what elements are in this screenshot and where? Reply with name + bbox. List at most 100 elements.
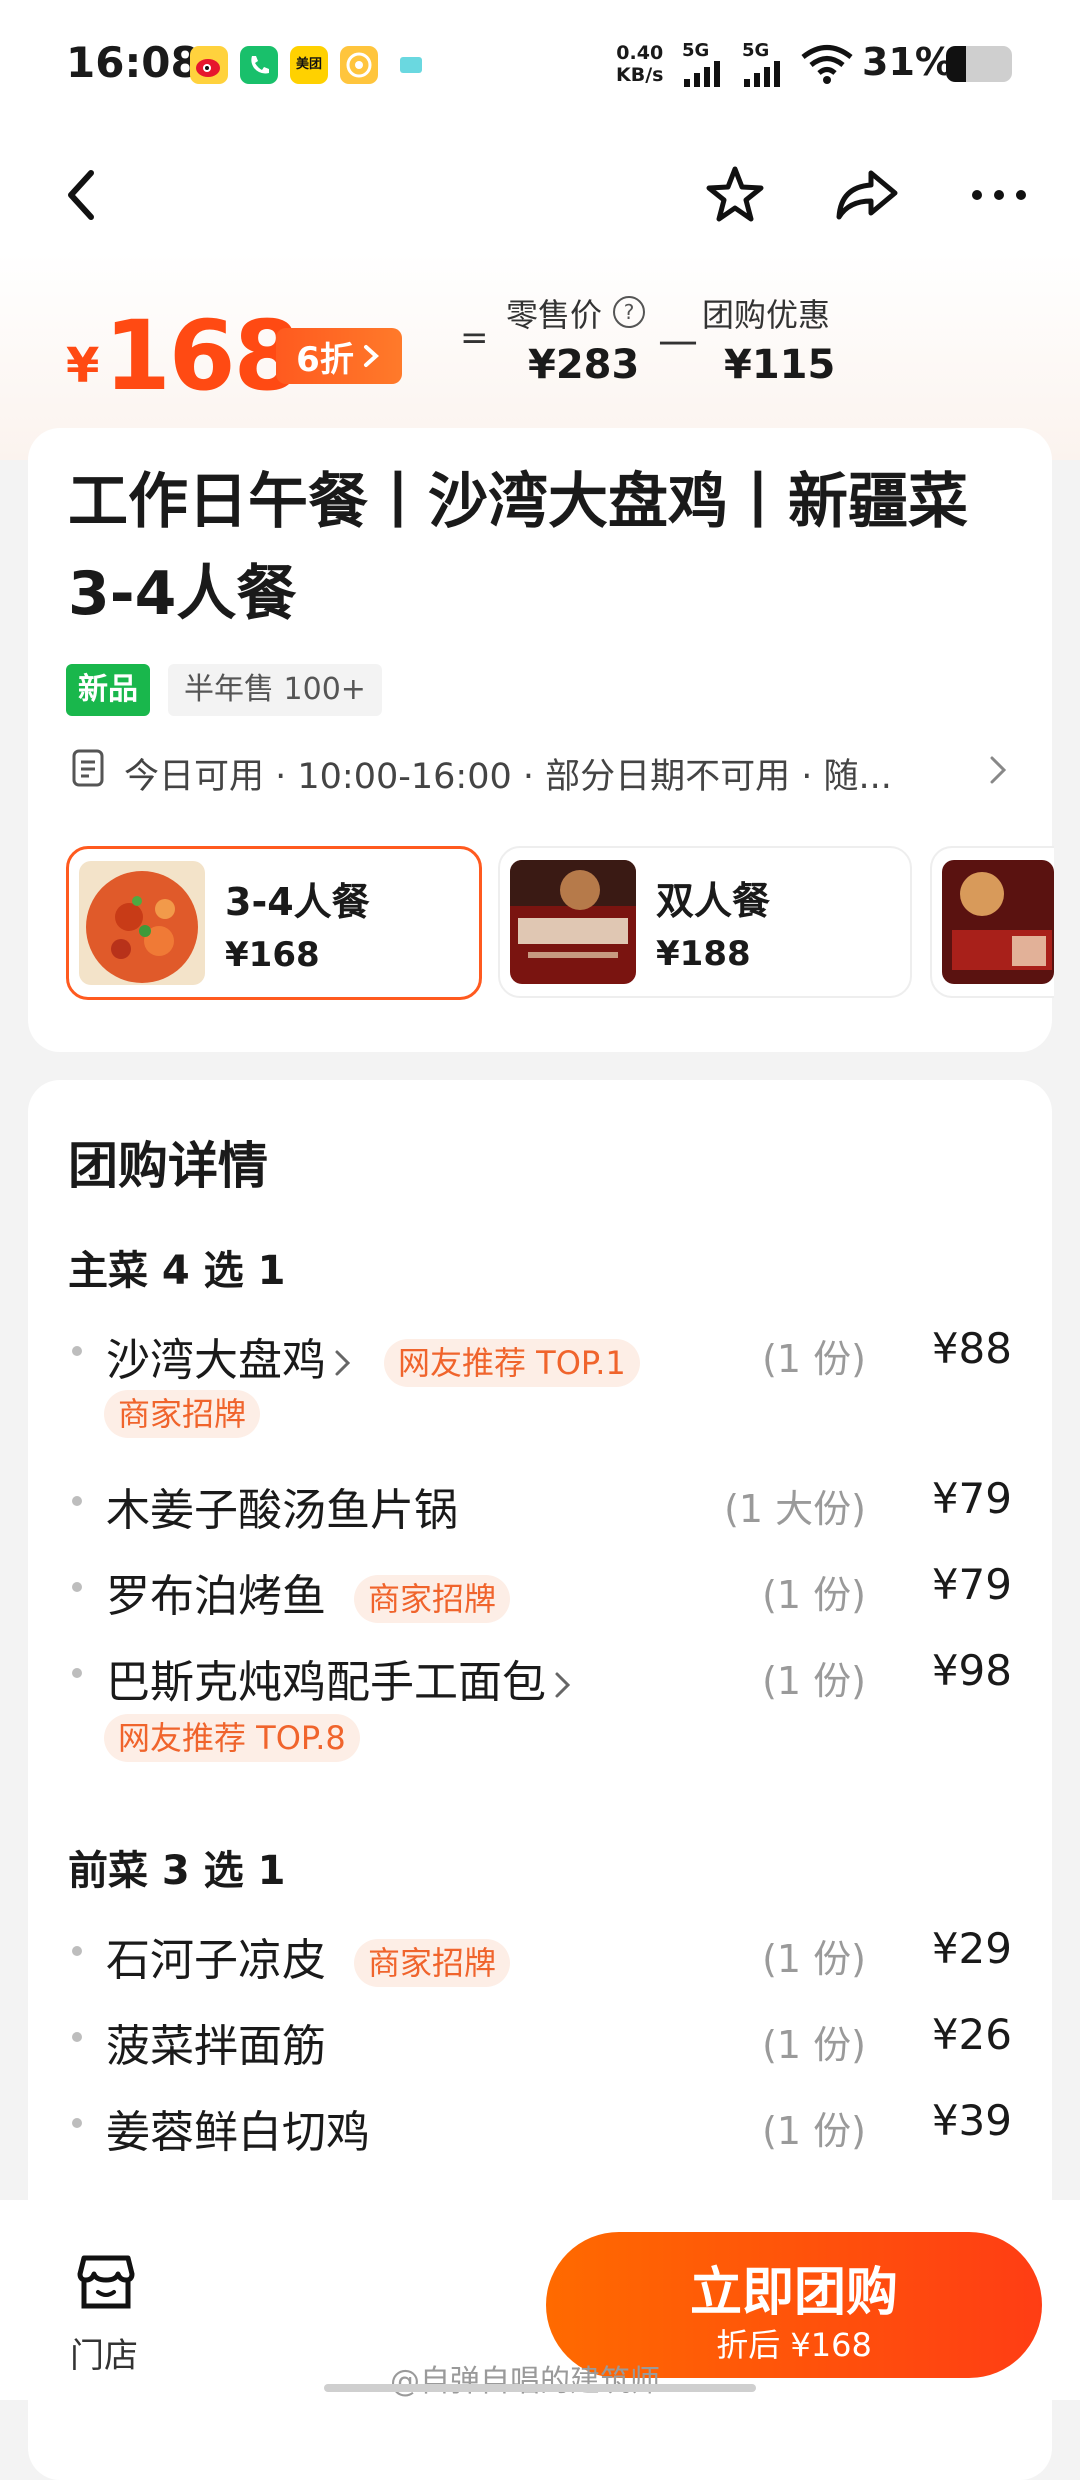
net-speed: 0.40 KB/s <box>616 42 664 86</box>
dish-name: 姜蓉鲜白切鸡 <box>106 2107 370 2158</box>
dish-quantity: (1 份) <box>762 1937 866 1981</box>
list-item[interactable]: 石河子凉皮 商家招牌 (1 份) ¥29 <box>28 1918 1052 1988</box>
list-item[interactable]: 沙湾大盘鸡 网友推荐 TOP.1 (1 份) ¥88 <box>28 1318 1052 1388</box>
home-indicator[interactable] <box>324 2384 756 2392</box>
bullet-dot <box>72 1668 82 1678</box>
store-label[interactable]: 门店 <box>70 2328 138 2377</box>
chevron-right-icon <box>555 1672 571 1698</box>
new-badge: 新品 <box>66 664 150 716</box>
meituan-icon: 美团 <box>290 46 328 84</box>
bullet-dot <box>72 1582 82 1592</box>
status-time: 16:08 <box>66 38 200 87</box>
discount-label: 6折 <box>296 339 354 380</box>
option-card-3-4[interactable]: 3-4人餐 ¥168 <box>66 846 482 1000</box>
dish-name-text: 沙湾大盘鸡 <box>106 1335 326 1386</box>
battery-fill <box>946 46 967 82</box>
signal-label-1: 5G <box>682 40 710 61</box>
dish-quantity: (1 份) <box>762 1337 866 1381</box>
list-item[interactable]: 罗布泊烤鱼 商家招牌 (1 份) ¥79 <box>28 1554 1052 1624</box>
dish-name: 沙湾大盘鸡 网友推荐 TOP.1 <box>106 1324 640 1388</box>
chevron-right-icon <box>335 1350 351 1376</box>
group-title-main: 主菜 4 选 1 <box>68 1248 286 1294</box>
phone-app-icon <box>240 46 278 84</box>
back-icon <box>68 170 94 220</box>
back-button[interactable] <box>46 160 116 230</box>
dish-name-text: 罗布泊烤鱼 <box>106 1571 326 1622</box>
retail-price-label: 零售价 <box>506 296 603 334</box>
signature-tag: 商家招牌 <box>354 1575 511 1623</box>
dish-price: ¥88 <box>931 1324 1012 1373</box>
bullet-dot <box>72 1946 82 1956</box>
dish-price: ¥79 <box>931 1560 1012 1609</box>
more-button[interactable] <box>964 160 1034 230</box>
dish-quantity: (1 份) <box>762 2023 866 2067</box>
banner-thumbnail <box>942 860 1054 984</box>
dish-price: ¥26 <box>931 2010 1012 2059</box>
deal-summary-card: 工作日午餐丨沙湾大盘鸡丨新疆菜3-4人餐 新品 半年售 100+ 今日可用 · … <box>28 428 1054 1052</box>
calendar-note-icon <box>70 748 106 792</box>
store-icon <box>77 2255 135 2309</box>
recommend-tag: 网友推荐 TOP.8 <box>104 1714 360 1762</box>
dish-name-text: 巴斯克炖鸡配手工面包 <box>106 1657 546 1708</box>
dish-name: 木姜子酸汤鱼片锅 <box>106 1485 458 1536</box>
retail-price-value: ¥283 <box>528 342 640 388</box>
equals-sign: = <box>460 318 489 358</box>
group-title-starter: 前菜 3 选 1 <box>68 1848 286 1894</box>
dish-price: ¥98 <box>931 1646 1012 1695</box>
signature-tag: 商家招牌 <box>354 1939 511 1987</box>
more-icon <box>972 190 1026 200</box>
discount-badge[interactable]: 6折 <box>276 328 402 384</box>
buy-label: 立即团购 <box>689 2263 898 2323</box>
list-item[interactable]: 木姜子酸汤鱼片锅 (1 大份) ¥79 <box>28 1468 1052 1538</box>
availability-info[interactable]: 今日可用 · 10:00-16:00 · 部分日期不可用 · 随... <box>124 748 964 799</box>
section-title: 团购详情 <box>68 1137 268 1195</box>
chevron-right-icon[interactable] <box>986 752 1010 792</box>
weibo-icon <box>190 46 228 84</box>
share-button[interactable] <box>832 160 902 230</box>
dish-quantity: (1 大份) <box>724 1487 866 1531</box>
coin-app-icon <box>340 46 378 84</box>
bullet-dot <box>72 2032 82 2042</box>
store-button[interactable] <box>74 2250 138 2318</box>
signal-label-2: 5G <box>742 40 770 61</box>
dish-name: 罗布泊烤鱼 商家招牌 <box>106 1560 511 1624</box>
message-app-icon <box>392 46 430 84</box>
favorite-star-icon <box>706 166 764 222</box>
dish-name: 菠菜拌面筋 <box>106 2021 326 2072</box>
dish-quantity: (1 份) <box>762 1659 866 1703</box>
option-card-double[interactable]: 双人餐 ¥188 <box>498 846 912 998</box>
signal-icon: 5G <box>682 40 728 91</box>
price-currency: ¥ <box>66 338 100 394</box>
recommend-tag: 网友推荐 TOP.1 <box>384 1339 640 1387</box>
current-price: 168 <box>104 300 300 412</box>
status-bar: 16:08 美团 0.40 KB/s 5G 5G 31% <box>0 0 1080 130</box>
dish-price: ¥39 <box>931 2096 1012 2145</box>
option-card-more[interactable] <box>930 846 1054 998</box>
group-discount-value: ¥115 <box>724 342 836 388</box>
bullet-dot <box>72 2118 82 2128</box>
banner-thumbnail <box>510 860 636 984</box>
list-item[interactable]: 巴斯克炖鸡配手工面包 (1 份) ¥98 <box>28 1640 1052 1710</box>
dish-name: 石河子凉皮 商家招牌 <box>106 1924 511 1988</box>
option-price: ¥168 <box>225 935 320 975</box>
dish-thumbnail <box>79 861 205 985</box>
dish-price: ¥29 <box>931 1924 1012 1973</box>
deal-title: 工作日午餐丨沙湾大盘鸡丨新疆菜3-4人餐 <box>68 467 968 629</box>
list-item[interactable]: 菠菜拌面筋 (1 份) ¥26 <box>28 2004 1052 2074</box>
minus-sign: — <box>658 318 698 364</box>
battery-icon <box>946 46 1012 82</box>
option-name: 3-4人餐 <box>225 880 370 924</box>
signal-icon-2: 5G <box>742 40 788 91</box>
list-item[interactable]: 姜蓉鲜白切鸡 (1 份) ¥39 <box>28 2090 1052 2160</box>
help-icon[interactable]: ? <box>613 296 645 328</box>
dish-quantity: (1 份) <box>762 1573 866 1617</box>
share-icon <box>836 170 898 220</box>
watermark: @自弹自唱的建筑师 <box>390 2364 660 2399</box>
wifi-icon <box>800 44 854 88</box>
dish-name-text: 石河子凉皮 <box>106 1935 326 1986</box>
bullet-dot <box>72 1496 82 1506</box>
sales-badge: 半年售 100+ <box>168 664 382 716</box>
favorite-button[interactable] <box>700 160 770 230</box>
chevron-right-icon <box>363 345 379 367</box>
dish-name: 巴斯克炖鸡配手工面包 <box>106 1646 574 1710</box>
